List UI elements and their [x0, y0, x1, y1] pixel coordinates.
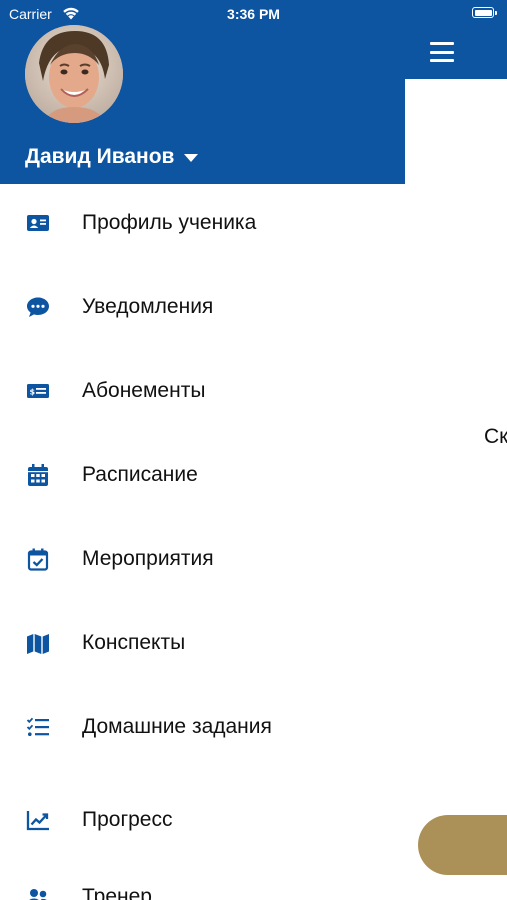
user-photo-icon	[25, 25, 123, 123]
users-icon	[25, 884, 51, 900]
svg-text:$: $	[30, 388, 36, 397]
menu-item-label: Абонементы	[82, 379, 206, 402]
menu-item-label: Конспекты	[82, 631, 186, 654]
menu-item-progress[interactable]: Прогресс	[0, 785, 405, 855]
user-name-dropdown[interactable]: Давид Иванов	[25, 145, 199, 169]
menu-item-events[interactable]: Мероприятия	[0, 524, 405, 594]
calendar-check-icon	[25, 546, 51, 572]
hamburger-menu-icon[interactable]	[430, 42, 454, 62]
menu-item-subscriptions[interactable]: $ Абонементы	[0, 356, 405, 426]
navigation-drawer: Давид Иванов Профиль ученика Уведомления…	[0, 0, 405, 900]
menu-item-notes[interactable]: Конспекты	[0, 608, 405, 678]
chat-bubble-icon	[25, 294, 51, 320]
avatar[interactable]	[25, 25, 123, 123]
menu-item-label: Домашние задания	[82, 715, 272, 738]
checklist-icon	[25, 714, 51, 740]
money-bill-icon: $	[25, 378, 51, 404]
menu-item-schedule[interactable]: Расписание	[0, 440, 405, 510]
app-screen: Ск Carrier 3:36 PM Давид Иванов Профиль …	[0, 0, 507, 900]
menu-item-label: Профиль ученика	[82, 211, 257, 234]
user-name: Давид Иванов	[25, 145, 175, 168]
menu-item-trainer[interactable]: Тренер	[0, 862, 405, 900]
menu-item-label: Тренер	[82, 885, 152, 900]
menu-item-label: Прогресс	[82, 808, 173, 831]
menu-item-label: Уведомления	[82, 295, 214, 318]
chart-line-icon	[25, 807, 51, 833]
id-card-icon	[25, 210, 51, 236]
menu-item-student-profile[interactable]: Профиль ученика	[0, 188, 405, 258]
battery-icon	[472, 7, 497, 18]
floating-action-button[interactable]	[418, 815, 507, 875]
menu-item-label: Расписание	[82, 463, 198, 486]
calendar-grid-icon	[25, 462, 51, 488]
caret-down-icon	[184, 154, 199, 162]
menu-item-label: Мероприятия	[82, 547, 214, 570]
map-icon	[25, 630, 51, 656]
clock-time: 3:36 PM	[227, 6, 280, 22]
menu-item-notifications[interactable]: Уведомления	[0, 272, 405, 342]
menu-item-homework[interactable]: Домашние задания	[0, 692, 405, 762]
status-bar: Carrier 3:36 PM	[0, 0, 507, 28]
main-content-text: Ск	[484, 425, 507, 448]
